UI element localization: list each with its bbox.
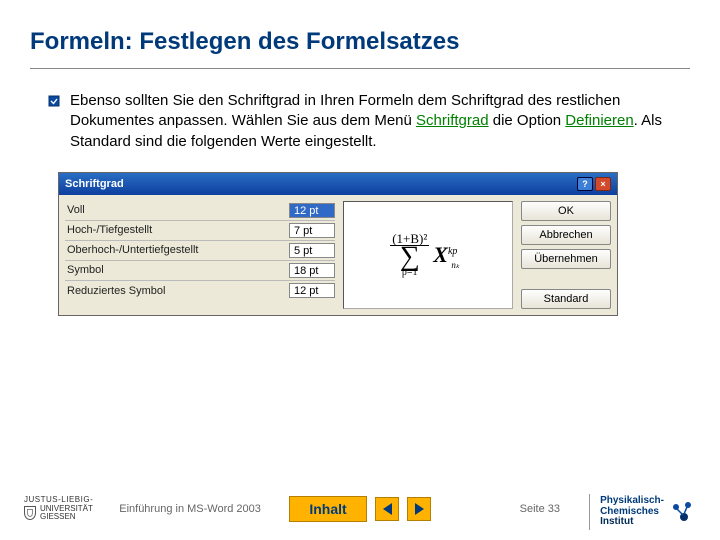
dialog-title: Schriftgrad — [65, 178, 124, 190]
bullet-icon — [48, 95, 60, 107]
row-value[interactable]: 12 pt — [289, 203, 335, 218]
row-label: Symbol — [65, 264, 289, 276]
chevron-right-icon — [415, 503, 424, 515]
university-logo: JUSTUS-LIEBIG- UNIVERSITÄT GIESSEN — [24, 496, 93, 522]
formula-preview: (1+B)² ∑ p=1 X kp nₖ — [343, 201, 513, 309]
institute-logo: Physikalisch- Chemisches Institut — [589, 494, 696, 530]
menu-link-definieren: Definieren — [565, 112, 633, 129]
standard-button[interactable]: Standard — [521, 289, 611, 309]
slide-title: Formeln: Festlegen des Formelsatzes — [30, 28, 690, 56]
menu-link-schriftgrad: Schriftgrad — [416, 112, 489, 129]
dialog-screenshot: Schriftgrad ? × Voll12 pt Hoch-/Tiefgest… — [58, 172, 618, 316]
help-icon[interactable]: ? — [577, 177, 593, 191]
apply-button[interactable]: Übernehmen — [521, 249, 611, 269]
molecule-icon — [670, 499, 696, 525]
page-number: Seite 33 — [520, 503, 560, 515]
row-label: Voll — [65, 204, 289, 216]
row-value[interactable]: 7 pt — [289, 223, 335, 238]
crest-icon — [24, 506, 36, 520]
course-label: Einführung in MS-Word 2003 — [119, 503, 261, 515]
body-text: Ebenso sollten Sie den Schriftgrad in Ih… — [70, 91, 680, 152]
close-icon[interactable]: × — [595, 177, 611, 191]
dialog-titlebar: Schriftgrad ? × — [59, 173, 617, 195]
row-label: Hoch-/Tiefgestellt — [65, 224, 289, 236]
prev-button[interactable] — [375, 497, 399, 521]
footer: JUSTUS-LIEBIG- UNIVERSITÄT GIESSEN Einfü… — [0, 484, 720, 540]
row-value[interactable]: 18 pt — [289, 263, 335, 278]
size-list: Voll12 pt Hoch-/Tiefgestellt7 pt Oberhoc… — [65, 201, 335, 309]
chevron-left-icon — [383, 503, 392, 515]
row-value[interactable]: 5 pt — [289, 243, 335, 258]
next-button[interactable] — [407, 497, 431, 521]
formula-x: X — [433, 242, 448, 268]
formula-sup: kp — [448, 246, 457, 257]
sigma-lower: p=1 — [402, 268, 418, 278]
ok-button[interactable]: OK — [521, 201, 611, 221]
body-paragraph: Ebenso sollten Sie den Schriftgrad in Ih… — [30, 91, 690, 152]
row-value[interactable]: 12 pt — [289, 283, 335, 298]
contents-button[interactable]: Inhalt — [289, 496, 367, 522]
cancel-button[interactable]: Abbrechen — [521, 225, 611, 245]
row-label: Oberhoch-/Untertiefgestellt — [65, 244, 289, 256]
formula-sub: nₖ — [451, 261, 459, 269]
divider — [30, 68, 690, 69]
row-label: Reduziertes Symbol — [65, 285, 289, 297]
